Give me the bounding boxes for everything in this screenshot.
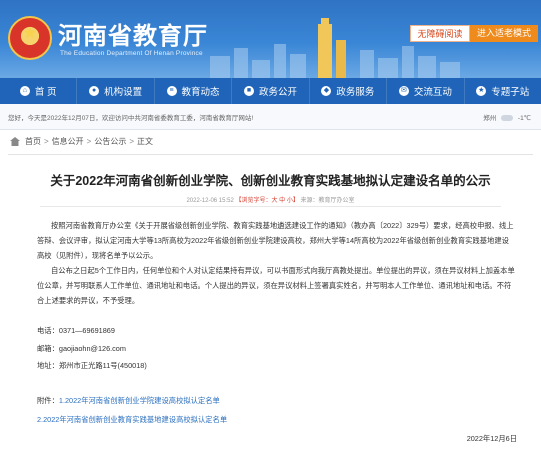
nav-item-news[interactable]: ≡ 教育动态	[155, 78, 233, 104]
font-size-selector[interactable]: 【浏览字号：大 中 小】	[236, 198, 299, 204]
nav-item-label: 政务公开	[258, 87, 297, 98]
nav-item-label: 专题子站	[491, 87, 530, 98]
site-header: 河南省教育厅 The Education Department Of Henan…	[0, 0, 541, 78]
service-icon: ◆	[321, 86, 332, 96]
greeting-text: 您好，今天是2022年12月07日，欢迎访问中共河南省委教育工委，河南省教育厅网…	[8, 115, 254, 122]
breadcrumb: 首页 > 信息公开 > 公告公示 > 正文	[10, 136, 153, 147]
contact-phone: 电话：0371—69691869	[37, 326, 115, 335]
article-meta: 2022-12-06 15:52 【浏览字号：大 中 小】 来源：教育厅办公室	[0, 195, 541, 204]
attachments-label: 附件：	[37, 396, 59, 405]
chat-icon: ✉	[398, 86, 409, 96]
breadcrumb-separator: >	[86, 137, 92, 146]
breadcrumb-item-notice[interactable]: 公告公示	[94, 136, 126, 147]
divider	[8, 154, 533, 155]
nav-item-topics[interactable]: ★ 专题子站	[465, 78, 541, 104]
article-date: 2022-12-06 15:52	[186, 198, 234, 204]
article-paragraph: 按照河南省教育厅办公室《关于开展省级创新创业学院、教育实践基地遴选建设工作的通知…	[37, 221, 514, 260]
nav-item-service[interactable]: ◆ 政务服务	[310, 78, 388, 104]
attachment-link-2[interactable]: 2.2022年河南省创新创业教育实践基地建设高校拟认定名单	[37, 415, 227, 425]
national-emblem-icon	[8, 16, 52, 60]
article-title: 关于2022年河南省创新创业学院、创新创业教育实践基地拟认定建设名单的公示	[50, 174, 491, 188]
topic-icon: ★	[476, 86, 487, 96]
breadcrumb-item-home[interactable]: 首页	[25, 136, 41, 147]
publish-date: 2022年12月6日	[466, 434, 517, 443]
site-subtitle: The Education Department Of Henan Provin…	[60, 50, 203, 57]
org-icon: ●	[89, 86, 100, 96]
gov-icon: ■	[243, 86, 254, 96]
site-title: 河南省教育厅	[58, 22, 208, 50]
weather-temp: -1℃	[517, 115, 531, 122]
nav-item-interact[interactable]: ✉ 交流互动	[387, 78, 465, 104]
breadcrumb-item-info[interactable]: 信息公开	[52, 136, 84, 147]
contact-address: 地址：郑州市正光路11号(450018)	[37, 361, 147, 370]
nav-item-org[interactable]: ● 机构设置	[77, 78, 155, 104]
article-source: 来源：教育厅办公室	[300, 198, 355, 204]
contact-email: 邮箱：gaojiaohn@126.com	[37, 344, 126, 353]
home-icon: ⌂	[19, 86, 30, 96]
nav-item-home[interactable]: ⌂ 首 页	[0, 78, 78, 104]
article-paragraph: 自公布之日起5个工作日内，任何单位和个人对认定结果持有异议，可以书面形式向我厅高…	[37, 266, 515, 305]
home-icon	[10, 137, 20, 146]
divider	[40, 206, 501, 207]
news-icon: ≡	[166, 86, 177, 96]
article-card: 首页 > 信息公开 > 公告公示 > 正文 关于2022年河南省创新创业学院、创…	[0, 130, 541, 465]
weather-widget: 郑州 -1℃	[483, 112, 531, 122]
nav-item-label: 首 页	[34, 87, 57, 98]
weather-city: 郑州	[483, 115, 497, 122]
cloud-icon	[501, 115, 514, 122]
info-bar: 您好，今天是2022年12月07日，欢迎访问中共河南省委教育工委，河南省教育厅网…	[0, 104, 541, 130]
attachment-link-1[interactable]: 1.2022年河南省创新创业学院建设高校拟认定名单	[59, 396, 220, 405]
breadcrumb-item-current: 正文	[137, 137, 154, 146]
nav-item-label: 机构设置	[104, 87, 143, 98]
nav-item-gov[interactable]: ■ 政务公开	[232, 78, 310, 104]
elder-mode-button[interactable]: 进入适老模式	[470, 25, 538, 42]
accessibility-button[interactable]: 无障碍阅读	[410, 25, 470, 42]
nav-item-label: 交流互动	[413, 87, 452, 98]
nav-item-label: 教育动态	[181, 87, 220, 98]
breadcrumb-separator: >	[129, 137, 135, 146]
attachments: 附件：1.2022年河南省创新创业学院建设高校拟认定名单	[37, 396, 220, 406]
main-nav: ⌂ 首 页 ● 机构设置 ≡ 教育动态 ■ 政务公开 ◆ 政务服务 ✉ 交流互动…	[0, 78, 541, 104]
nav-item-label: 政务服务	[336, 87, 375, 98]
breadcrumb-separator: >	[44, 137, 49, 146]
